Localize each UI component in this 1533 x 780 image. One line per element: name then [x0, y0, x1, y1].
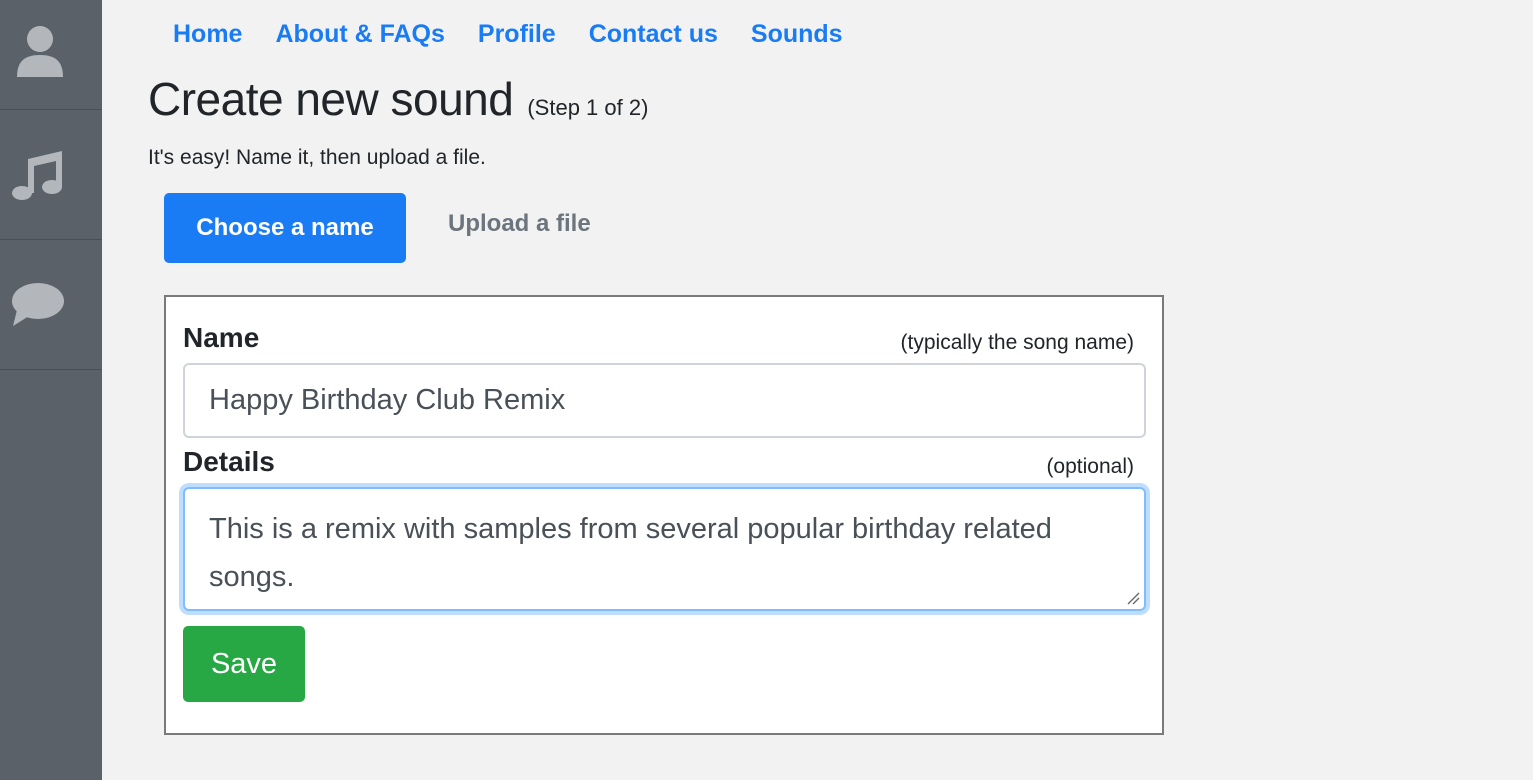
tab-choose-name[interactable]: Choose a name: [164, 193, 406, 263]
details-hint: (optional): [1046, 455, 1134, 478]
step-indicator: (Step 1 of 2): [527, 95, 649, 120]
sidebar-item-sounds[interactable]: [0, 110, 102, 240]
title-row: Create new sound (Step 1 of 2): [148, 72, 648, 126]
top-nav: Home About & FAQs Profile Contact us Sou…: [173, 18, 876, 50]
sidebar-item-chat[interactable]: [0, 240, 102, 370]
nav-link-home[interactable]: Home: [173, 18, 242, 50]
intro-text: It's easy! Name it, then upload a file.: [148, 146, 486, 169]
user-icon: [17, 25, 63, 77]
resize-handle-icon[interactable]: [1126, 591, 1140, 605]
nav-link-about[interactable]: About & FAQs: [275, 18, 444, 50]
name-input-value: Happy Birthday Club Remix: [209, 384, 566, 416]
details-label: Details: [183, 446, 275, 477]
details-textarea[interactable]: This is a remix with samples from severa…: [183, 487, 1146, 611]
name-label: Name: [183, 322, 260, 353]
name-input[interactable]: Happy Birthday Club Remix: [183, 363, 1146, 438]
tab-upload-file[interactable]: Upload a file: [448, 210, 591, 238]
save-button[interactable]: Save: [183, 626, 305, 702]
music-note-icon: [12, 150, 62, 200]
nav-link-sounds[interactable]: Sounds: [751, 18, 843, 50]
sidebar: [0, 0, 102, 780]
chat-bubble-icon: [12, 282, 64, 326]
nav-link-profile[interactable]: Profile: [478, 18, 556, 50]
nav-link-contact[interactable]: Contact us: [589, 18, 718, 50]
page-title: Create new sound: [148, 73, 514, 125]
details-textarea-value: This is a remix with samples from severa…: [209, 513, 1052, 593]
sound-form: Name (typically the song name) Happy Bir…: [164, 295, 1164, 735]
sidebar-item-profile[interactable]: [0, 0, 102, 110]
name-hint: (typically the song name): [900, 331, 1134, 354]
